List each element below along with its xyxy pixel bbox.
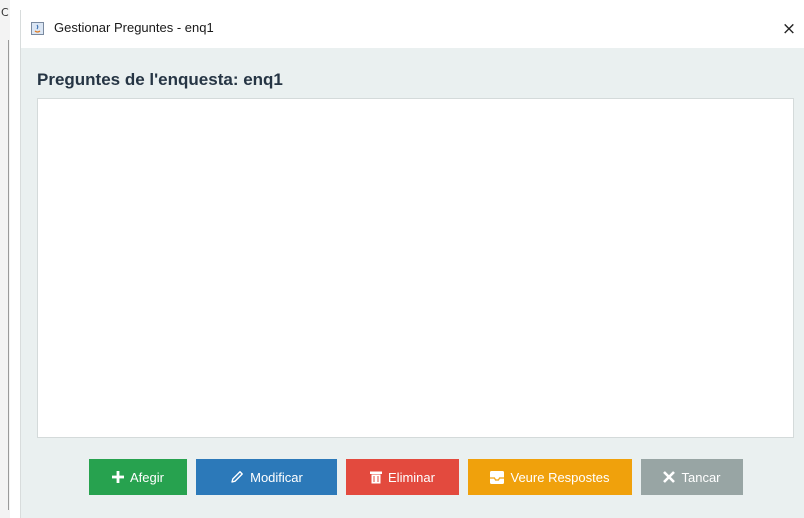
delete-button-label: Eliminar [388,469,435,485]
title-bar[interactable]: Gestionar Preguntes - enq1 × [21,10,804,48]
close-button[interactable]: Tancar [641,459,743,495]
modify-button[interactable]: Modificar [196,459,337,495]
java-app-icon [31,22,44,35]
add-button-label: Afegir [130,469,164,485]
manage-questions-dialog: Gestionar Preguntes - enq1 × Preguntes d… [20,10,804,518]
questions-list[interactable] [37,98,794,438]
background-window-border [8,40,9,510]
view-answers-button-label: Veure Respostes [510,469,610,485]
close-button-label: Tancar [681,469,721,485]
plus-icon [112,471,125,483]
background-window-text: C [1,6,9,19]
page-title: Preguntes de l'enquesta: enq1 [37,70,283,89]
x-icon [663,471,676,483]
modify-button-label: Modificar [250,469,303,485]
delete-button[interactable]: Eliminar [346,459,459,495]
pencil-icon [230,470,244,484]
background-window-edge: C [0,0,10,518]
add-button[interactable]: Afegir [89,459,187,495]
inbox-icon [490,470,505,484]
window-title: Gestionar Preguntes - enq1 [54,20,214,35]
view-answers-button[interactable]: Veure Respostes [468,459,632,495]
trash-icon [370,471,383,484]
close-window-button[interactable]: × [776,16,802,42]
